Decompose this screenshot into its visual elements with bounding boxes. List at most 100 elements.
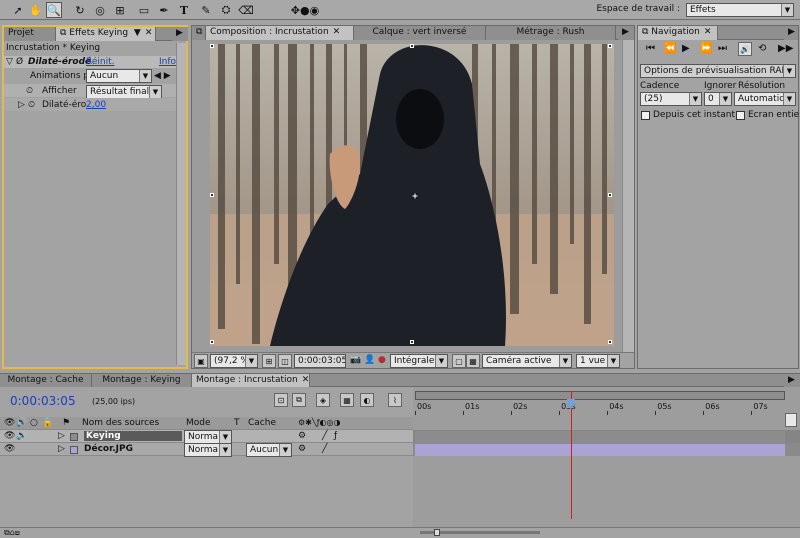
bound-handle[interactable] [210, 44, 214, 48]
camera-dropdown[interactable]: Caméra active ▼ [482, 354, 572, 368]
solo-icon[interactable]: ○ [30, 418, 38, 428]
frame-blending-icon[interactable]: ▦ [340, 393, 354, 407]
draft-3d-icon[interactable]: ◈ [316, 393, 330, 407]
eye-icon[interactable]: 👁 [4, 444, 15, 454]
vertical-scrollbar[interactable] [622, 40, 634, 352]
fx-icon[interactable]: Ø [16, 57, 23, 67]
previous-frame-icon[interactable]: ⏪ [664, 43, 676, 54]
stopwatch-icon[interactable]: ⏲ [28, 100, 35, 110]
close-icon[interactable]: ✕ [704, 27, 712, 37]
first-frame-icon[interactable]: ⏮ [646, 43, 655, 54]
loop-icon[interactable]: ⟲ [758, 43, 766, 54]
zoom-tool-icon[interactable]: 🔍 [46, 2, 62, 18]
pan-behind-tool-icon[interactable]: ⊞ [112, 2, 128, 18]
quality-icon[interactable]: ╱ [322, 431, 327, 441]
layer-duration-bar[interactable] [415, 431, 785, 443]
last-frame-icon[interactable]: ⏭ [718, 43, 727, 54]
orbit-camera-tool-icon[interactable]: ◎ [92, 2, 108, 18]
eye-icon[interactable]: 👁 [4, 418, 15, 428]
safe-zones-icon[interactable]: ⊞ [262, 354, 276, 368]
switches-icon[interactable]: ⚙✱╲ƒ◐◎◑ [298, 418, 340, 427]
show-dropdown[interactable]: Résultat final ▼ [86, 85, 162, 99]
resolution-dropdown[interactable]: Automatique ▼ [734, 92, 796, 106]
workspace-dropdown[interactable]: Effets ▼ [686, 3, 794, 17]
from-current-checkbox[interactable] [641, 111, 650, 120]
resolution-dropdown[interactable]: Intégrale ▼ [390, 354, 448, 368]
play-icon[interactable]: ▶ [682, 43, 690, 54]
timecode-field[interactable]: 0:00:03:05 [294, 354, 346, 368]
bound-handle[interactable] [210, 340, 214, 344]
vertical-scrollbar[interactable] [176, 43, 186, 365]
bound-handle[interactable] [410, 44, 414, 48]
info-link[interactable]: Info [159, 57, 176, 67]
layer-label-color[interactable] [70, 433, 78, 441]
table-row[interactable]: 👁 🔊 ▷ Keying Normal ▼ ⚙ ╱ ƒ [0, 430, 413, 444]
tab-navigation[interactable]: ⧉ Navigation ✕ [638, 26, 718, 40]
timeline-timecode[interactable]: 0:00:03:05 [10, 394, 76, 408]
source-name-header[interactable]: Nom des sources [82, 418, 159, 428]
eye-icon[interactable]: 👁 [4, 431, 15, 441]
dilate-value[interactable]: 2,00 [86, 100, 106, 110]
layer-duration-bar[interactable] [415, 444, 785, 456]
panel-menu-icon[interactable]: ▶ [784, 374, 800, 388]
twirl-closed-icon[interactable]: ▷ [58, 444, 65, 454]
table-row[interactable]: 👁 ▷ Décor.JPG Normal ▼ Aucun ▼ ⚙ ╱ [0, 443, 413, 457]
selection-tool-icon[interactable]: ➚ [10, 2, 26, 18]
label-icon[interactable]: ⚑ [62, 418, 70, 428]
tab-project[interactable]: Projet [4, 27, 56, 41]
fx-icon[interactable]: ƒ [334, 431, 337, 441]
tab-menu-icon[interactable]: ▼ [134, 28, 141, 38]
clone-stamp-tool-icon[interactable]: ⛭ [218, 2, 234, 18]
show-snapshot-icon[interactable]: 👤 [364, 355, 375, 365]
zoom-dropdown[interactable]: (97,2 %) ▼ [210, 354, 258, 368]
bound-handle[interactable] [608, 340, 612, 344]
panel-menu-icon[interactable]: ▶ [618, 26, 634, 40]
twirl-closed-icon[interactable]: ▷ [58, 431, 65, 441]
ram-preview-dropdown[interactable]: Options de prévisualisation RAM ▼ [640, 64, 796, 78]
layer-label-color[interactable] [70, 446, 78, 454]
stopwatch-icon[interactable]: ⏲ [26, 86, 33, 96]
tab-timeline-incrustation[interactable]: Montage : Incrustation ✕ [192, 374, 310, 388]
t-header[interactable]: T [234, 418, 240, 428]
shy-icon[interactable]: ⚙ [298, 444, 306, 454]
mode-header[interactable]: Mode [186, 418, 211, 428]
panel-menu-icon[interactable]: ▶ [172, 27, 188, 41]
next-frame-icon[interactable]: ⏩ [700, 43, 712, 54]
cache-header[interactable]: Cache [248, 418, 276, 428]
tab-composition[interactable]: Composition : Incrustation ✕ [206, 26, 354, 40]
graph-editor-icon[interactable]: ⌇ [388, 393, 402, 407]
rotate-tool-icon[interactable]: ↻ [72, 2, 88, 18]
animations-dropdown[interactable]: Aucun ▼ [86, 69, 152, 83]
motion-blur-icon[interactable]: ◐ [360, 393, 374, 407]
comp-marker-icon[interactable] [785, 413, 797, 427]
ignore-dropdown[interactable]: 0 ▼ [704, 92, 732, 106]
brush-tool-icon[interactable]: ✎ [198, 2, 214, 18]
mask-visibility-icon[interactable]: ◫ [278, 354, 292, 368]
bound-handle[interactable] [410, 340, 414, 344]
twirl-closed-icon[interactable]: ▷ [18, 100, 25, 110]
reset-link[interactable]: Réinit. [86, 57, 114, 67]
zoom-slider-thumb[interactable] [434, 529, 440, 536]
lock-icon[interactable]: 🔒 [42, 418, 53, 428]
bound-handle[interactable] [608, 193, 612, 197]
text-tool-icon[interactable]: T [176, 2, 192, 18]
close-icon[interactable]: ✕ [333, 27, 341, 37]
cadence-dropdown[interactable]: (25) ▼ [640, 92, 702, 106]
region-of-interest-icon[interactable]: ▢ [452, 354, 466, 368]
channel-icon[interactable]: ● [378, 355, 386, 365]
twirl-open-icon[interactable]: ▽ [6, 57, 13, 67]
audio-icon[interactable]: 🔊 [16, 431, 27, 441]
transparency-grid-icon[interactable]: ▦ [466, 354, 480, 368]
axis-mode-icon[interactable]: ✥●◉ [290, 2, 320, 18]
bound-handle[interactable] [210, 193, 214, 197]
close-icon[interactable]: ✕ [302, 375, 310, 385]
shy-icon[interactable]: ⚙ [298, 431, 306, 441]
lock-icon[interactable]: ⧉ [192, 26, 206, 40]
tab-timeline-cache[interactable]: Montage : Cache [0, 374, 92, 388]
views-dropdown[interactable]: 1 vue ▼ [576, 354, 620, 368]
hand-tool-icon[interactable]: ✋ [28, 2, 44, 18]
keyframe-nav-icon[interactable]: ◀ ▶ [154, 71, 171, 81]
mode-dropdown[interactable]: Normal ▼ [184, 443, 232, 457]
quality-icon[interactable]: ╱ [322, 444, 327, 454]
cache-dropdown[interactable]: Aucun ▼ [246, 443, 292, 457]
